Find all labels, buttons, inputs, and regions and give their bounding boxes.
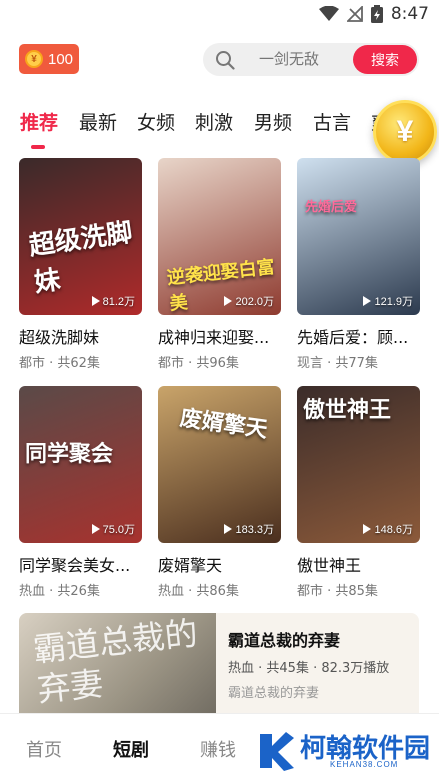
drama-poster: 同学聚会 75.0万 (19, 386, 142, 543)
tab-indicator (31, 145, 45, 149)
tab-recommended[interactable]: 推荐 (20, 108, 58, 135)
play-count: 183.3万 (224, 521, 274, 537)
drama-card[interactable]: 先婚后爱 121.9万 先婚后爱：顾... 现言 · 共77集 (297, 158, 420, 371)
drama-meta: 都市 · 共96集 (158, 356, 239, 371)
featured-description: 霸道总裁的弃妻 (228, 686, 320, 701)
drama-title: 废婿擎天 (158, 556, 223, 575)
nav-short-drama[interactable]: 短剧 (113, 736, 149, 762)
play-icon (91, 296, 100, 306)
tab-female[interactable]: 女频 (137, 108, 175, 135)
drama-meta: 热血 · 共26集 (19, 584, 100, 599)
play-count: 81.2万 (91, 293, 135, 309)
search-button[interactable]: 搜索 (353, 45, 417, 74)
play-icon (91, 524, 100, 534)
search-bar[interactable]: 搜索 (203, 43, 419, 76)
nav-earn[interactable]: 赚钱 (200, 736, 236, 762)
featured-drama-card[interactable]: 霸道总裁的弃妻 霸道总裁的弃妻 热血 · 共45集 · 82.3万播放 霸道总裁… (19, 613, 419, 723)
coin-balance-badge[interactable]: ¥ 100 (19, 44, 79, 74)
drama-poster: 超级洗脚妹 81.2万 (19, 158, 142, 315)
drama-poster: 先婚后爱 121.9万 (297, 158, 420, 315)
play-count-text: 183.3万 (235, 524, 274, 536)
drama-title: 同学聚会美女... (19, 556, 131, 575)
play-count-text: 75.0万 (102, 524, 135, 536)
drama-title: 傲世神王 (297, 556, 362, 575)
search-icon (216, 51, 235, 70)
search-input[interactable] (259, 50, 349, 68)
play-count-text: 81.2万 (102, 296, 135, 308)
watermark-logo-icon (260, 732, 294, 771)
drama-meta: 现言 · 共77集 (297, 356, 378, 371)
play-count-text: 148.6万 (374, 524, 413, 536)
play-icon (363, 296, 372, 306)
play-icon (224, 524, 233, 534)
featured-poster-title-art: 霸道总裁的弃妻 (31, 613, 200, 710)
play-count: 121.9万 (363, 293, 413, 309)
drama-card[interactable]: 同学聚会 75.0万 同学聚会美女... 热血 · 共26集 (19, 386, 142, 599)
status-bar: 8:47 (0, 0, 439, 30)
featured-poster: 霸道总裁的弃妻 (19, 613, 216, 723)
drama-poster: 逆袭迎娶白富美 202.0万 (158, 158, 281, 315)
play-count-text: 121.9万 (374, 296, 413, 308)
drama-card[interactable]: 超级洗脚妹 81.2万 超级洗脚妹 都市 · 共62集 (19, 158, 142, 371)
yuan-symbol: ¥ (396, 115, 414, 148)
watermark-url: KEHAN38.COM (330, 760, 399, 769)
poster-title-art: 先婚后爱 (305, 200, 358, 215)
featured-title: 霸道总裁的弃妻 (228, 631, 341, 650)
drama-meta: 热血 · 共86集 (158, 584, 239, 599)
floating-coin-reward-icon[interactable]: ¥ (373, 100, 437, 164)
watermark: 柯翰软件园 KEHAN38.COM (256, 726, 436, 776)
poster-title-art: 傲世神王 (303, 397, 392, 423)
coin-icon: ¥ (25, 50, 43, 68)
signal-off-icon (346, 6, 363, 22)
drama-card[interactable]: 逆袭迎娶白富美 202.0万 成神归来迎娶... 都市 · 共96集 (158, 158, 281, 371)
play-count-text: 202.0万 (235, 296, 274, 308)
poster-title-art: 同学聚会 (25, 441, 114, 467)
drama-poster: 傲世神王 148.6万 (297, 386, 420, 543)
coin-count: 100 (48, 50, 74, 68)
battery-icon (370, 5, 383, 23)
poster-title-art: 超级洗脚妹 (27, 217, 135, 299)
featured-meta: 热血 · 共45集 · 82.3万播放 (228, 661, 390, 676)
tab-ancient[interactable]: 古言 (313, 108, 351, 135)
poster-title-art: 废婿擎天 (178, 404, 270, 443)
drama-title: 成神归来迎娶... (158, 328, 270, 347)
drama-card[interactable]: 废婿擎天 183.3万 废婿擎天 热血 · 共86集 (158, 386, 281, 599)
tab-latest[interactable]: 最新 (79, 108, 117, 135)
drama-title: 先婚后爱：顾... (297, 328, 409, 347)
drama-title: 超级洗脚妹 (19, 328, 100, 347)
play-icon (363, 524, 372, 534)
drama-meta: 都市 · 共85集 (297, 584, 378, 599)
tab-male[interactable]: 男频 (254, 108, 292, 135)
tab-thrilling[interactable]: 刺激 (195, 108, 233, 135)
play-count: 148.6万 (363, 521, 413, 537)
wifi-icon (318, 6, 339, 21)
nav-home[interactable]: 首页 (26, 736, 62, 762)
play-count: 202.0万 (224, 293, 274, 309)
play-icon (224, 296, 233, 306)
drama-card[interactable]: 傲世神王 148.6万 傲世神王 都市 · 共85集 (297, 386, 420, 599)
play-count: 75.0万 (91, 521, 135, 537)
status-icons: 8:47 (318, 4, 429, 24)
status-time: 8:47 (390, 4, 429, 24)
drama-meta: 都市 · 共62集 (19, 356, 100, 371)
drama-poster: 废婿擎天 183.3万 (158, 386, 281, 543)
